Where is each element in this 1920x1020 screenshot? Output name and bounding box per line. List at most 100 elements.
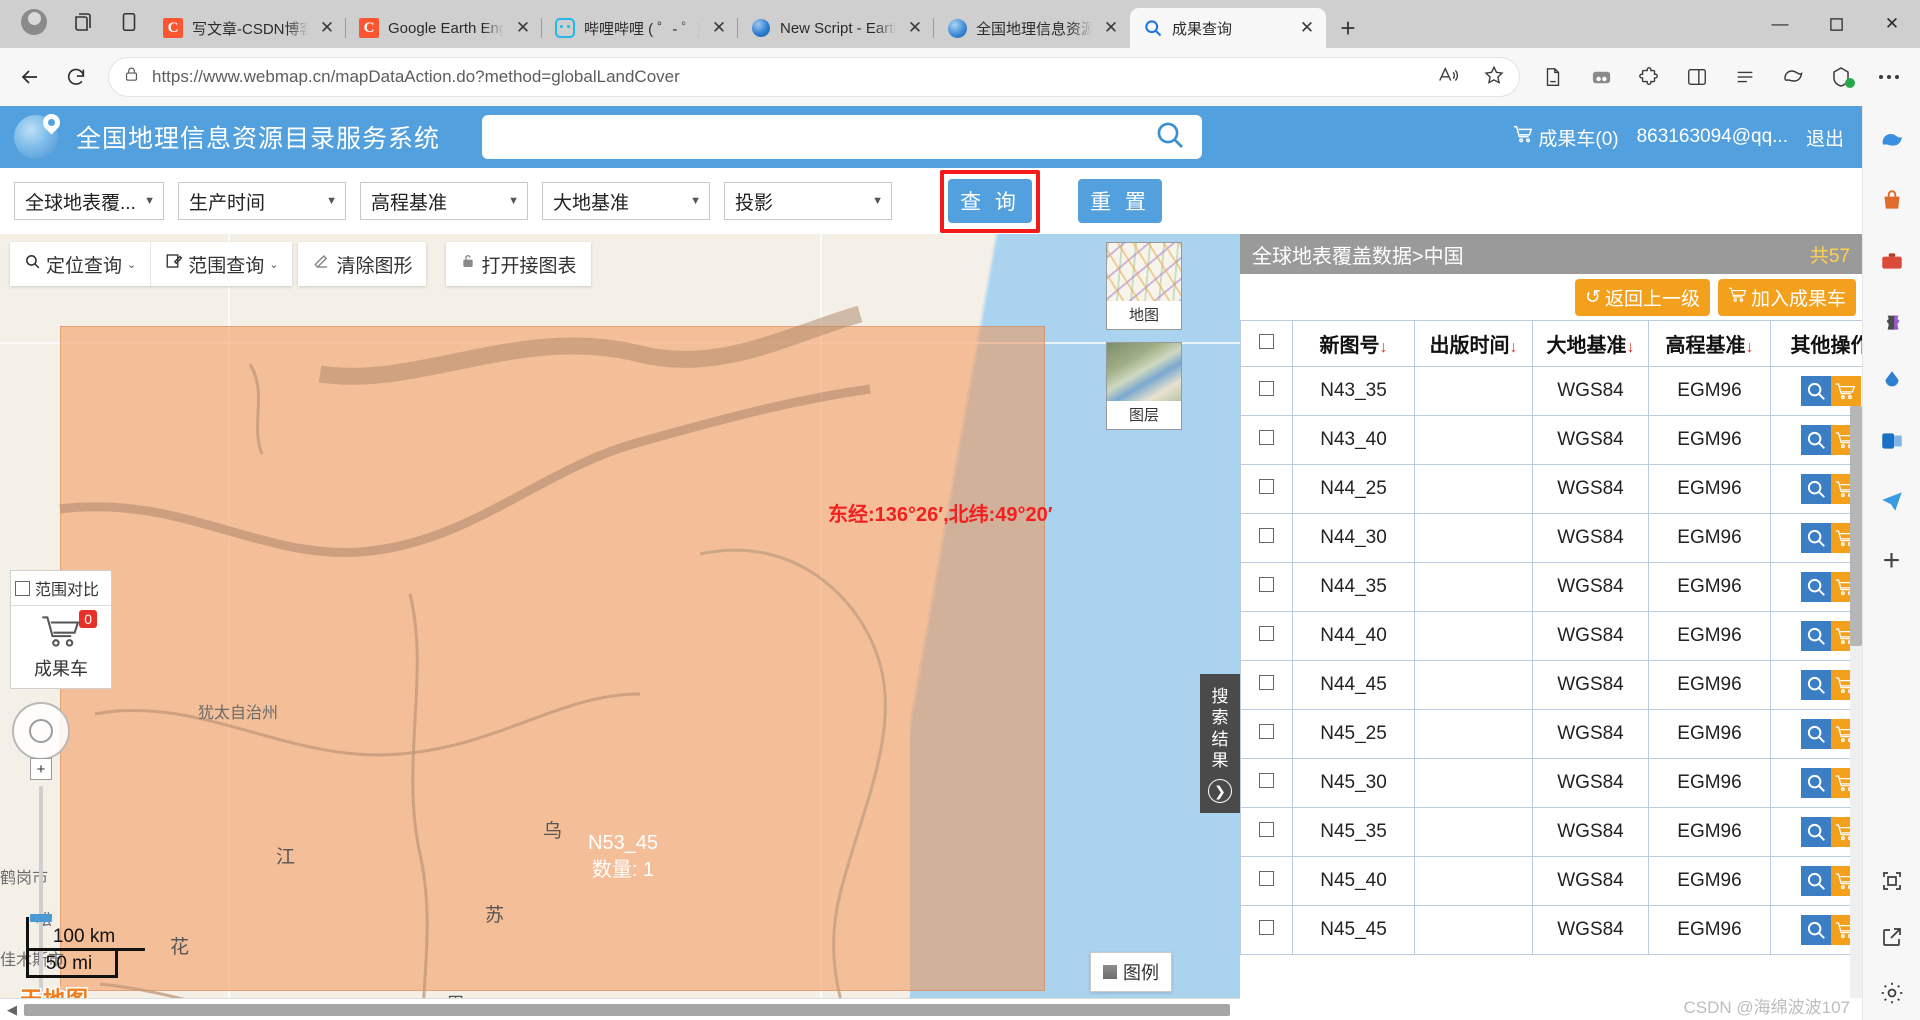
screenshot-icon[interactable] [1875, 864, 1909, 898]
add-to-cart-button[interactable]: 加入成果车 [1717, 278, 1856, 316]
cell-operations[interactable] [1770, 709, 1862, 759]
drop-icon[interactable] [1875, 364, 1909, 398]
reload-button[interactable] [54, 55, 98, 99]
table-row[interactable]: N45_45 WGS84 EGM96 [1240, 905, 1862, 955]
row-add-cart-icon[interactable] [1830, 376, 1861, 406]
browser-tab[interactable]: New Script - Earth ✕ [737, 8, 934, 48]
row-select-cell[interactable] [1240, 856, 1293, 906]
cell-operations[interactable] [1770, 464, 1862, 514]
sort-arrow-icon[interactable]: ↓ [1380, 339, 1388, 356]
scroll-left-arrow-icon[interactable]: ◀ [0, 1002, 24, 1018]
maximize-button[interactable] [1808, 0, 1864, 48]
filter-elevation-datum[interactable]: 高程基准 ▼ [360, 182, 528, 220]
settings-gear-icon[interactable] [1875, 976, 1909, 1010]
table-row[interactable]: N44_45 WGS84 EGM96 [1240, 660, 1862, 710]
cell-operations[interactable] [1770, 856, 1862, 906]
row-preview-icon[interactable] [1800, 572, 1831, 602]
browser-tab[interactable]: C Google Earth Eng ✕ [345, 8, 542, 48]
collections-icon[interactable] [1530, 55, 1576, 99]
locate-query-button[interactable]: 定位查询 ⌄ [10, 242, 152, 286]
vertical-tabs-icon[interactable] [112, 5, 146, 39]
column-elevation-datum[interactable]: 高程基准↓ [1648, 320, 1771, 367]
row-preview-icon[interactable] [1800, 621, 1831, 651]
telegram-icon[interactable] [1875, 484, 1909, 518]
row-preview-icon[interactable] [1800, 670, 1831, 700]
sort-arrow-icon[interactable]: ↓ [1510, 339, 1518, 356]
row-preview-icon[interactable] [1800, 817, 1831, 847]
copilot-icon[interactable] [1875, 124, 1909, 158]
filter-data-type[interactable]: 全球地表覆... ▼ [14, 182, 164, 220]
profile-button[interactable] [16, 4, 52, 40]
table-row[interactable]: N45_30 WGS84 EGM96 [1240, 758, 1862, 808]
row-select-cell[interactable] [1240, 562, 1293, 612]
reset-button[interactable]: 重 置 [1078, 179, 1162, 223]
cart-link[interactable]: 成果车(0) [1512, 123, 1619, 151]
browser-essentials-2-icon[interactable] [1818, 55, 1864, 99]
browser-tab[interactable]: C 写文章-CSDN博客 ✕ [150, 8, 346, 48]
select-all-header[interactable] [1240, 320, 1293, 367]
map-cart-button[interactable]: 0 成果车 [11, 606, 111, 688]
table-row[interactable]: N44_35 WGS84 EGM96 [1240, 562, 1862, 612]
cell-operations[interactable] [1770, 366, 1862, 416]
scroll-thumb[interactable] [24, 1003, 1230, 1016]
row-preview-icon[interactable] [1800, 866, 1831, 896]
logout-link[interactable]: 退出 [1806, 124, 1844, 151]
row-select-cell[interactable] [1240, 905, 1293, 955]
row-preview-icon[interactable] [1800, 915, 1831, 945]
filter-geodetic-datum[interactable]: 大地基准 ▼ [542, 182, 710, 220]
tab-actions-icon[interactable] [66, 5, 100, 39]
cell-operations[interactable] [1770, 758, 1862, 808]
search-icon[interactable] [1154, 119, 1186, 156]
map-selection-extent[interactable] [60, 326, 1045, 991]
scroll-thumb[interactable] [1850, 406, 1862, 646]
table-row[interactable]: N44_40 WGS84 EGM96 [1240, 611, 1862, 661]
map-horizontal-scrollbar[interactable]: ◀ [0, 998, 1240, 1020]
split-screen-icon[interactable] [1578, 55, 1624, 99]
briefcase-icon[interactable] [1875, 244, 1909, 278]
range-compare-checkbox[interactable] [15, 580, 30, 596]
row-preview-icon[interactable] [1800, 474, 1831, 504]
row-checkbox[interactable] [1259, 675, 1274, 690]
tab-close-icon[interactable]: ✕ [708, 17, 730, 39]
map-pan-control[interactable] [12, 702, 70, 760]
map-legend-button[interactable]: 图例 [1090, 952, 1172, 992]
cell-operations[interactable] [1770, 513, 1862, 563]
table-row[interactable]: N44_25 WGS84 EGM96 [1240, 464, 1862, 514]
row-checkbox[interactable] [1259, 822, 1274, 837]
user-account-label[interactable]: 863163094@qq... [1637, 126, 1788, 148]
add-icon[interactable]: + [1875, 544, 1909, 578]
back-to-parent-button[interactable]: ↺ 返回上一级 [1575, 278, 1710, 316]
tab-close-icon[interactable]: ✕ [1100, 17, 1122, 39]
external-link-icon[interactable] [1875, 920, 1909, 954]
table-row[interactable]: N43_35 WGS84 EGM96 [1240, 366, 1862, 416]
map-viewport[interactable]: 犹太自治州 鹤岗市 松 佳木斯市 七台河市 江 花 乌 苏 里 江 滨海边疆区 … [0, 234, 1240, 1020]
shopping-icon[interactable] [1875, 184, 1909, 218]
row-checkbox[interactable] [1259, 577, 1274, 592]
row-preview-icon[interactable] [1800, 376, 1831, 406]
site-search-input[interactable] [482, 115, 1203, 159]
query-button[interactable]: 查 询 [948, 178, 1032, 223]
clear-graphics-button[interactable]: 清除图形 [298, 242, 427, 286]
zoom-in-button[interactable]: + [30, 758, 52, 780]
column-publish-time[interactable]: 出版时间↓ [1414, 320, 1533, 367]
outlook-icon[interactable] [1875, 424, 1909, 458]
row-select-cell[interactable] [1240, 366, 1293, 416]
row-checkbox[interactable] [1259, 528, 1274, 543]
results-vertical-scrollbar[interactable] [1850, 406, 1862, 998]
table-row[interactable]: N45_40 WGS84 EGM96 [1240, 856, 1862, 906]
cell-operations[interactable] [1770, 611, 1862, 661]
cell-operations[interactable] [1770, 562, 1862, 612]
row-select-cell[interactable] [1240, 415, 1293, 465]
table-row[interactable]: N45_35 WGS84 EGM96 [1240, 807, 1862, 857]
row-checkbox[interactable] [1259, 871, 1274, 886]
extent-query-button[interactable]: 范围查询 ⌄ [151, 242, 293, 286]
row-preview-icon[interactable] [1800, 523, 1831, 553]
new-tab-button[interactable]: + [1326, 8, 1370, 48]
extensions-icon[interactable] [1626, 55, 1672, 99]
row-select-cell[interactable] [1240, 709, 1293, 759]
table-row[interactable]: N44_30 WGS84 EGM96 [1240, 513, 1862, 563]
favorite-star-icon[interactable] [1483, 64, 1505, 91]
row-select-cell[interactable] [1240, 758, 1293, 808]
row-checkbox[interactable] [1259, 479, 1274, 494]
url-bar[interactable]: https://www.webmap.cn/mapDataAction.do?m… [108, 57, 1520, 97]
